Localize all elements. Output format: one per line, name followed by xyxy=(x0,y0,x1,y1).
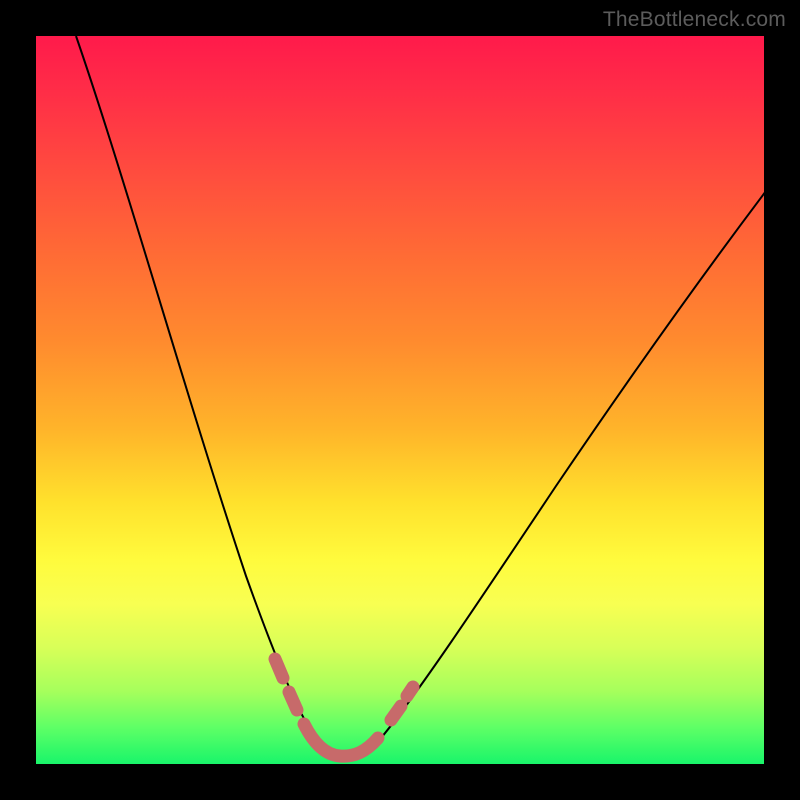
bottleneck-curve xyxy=(36,36,764,764)
marker-left xyxy=(275,659,283,678)
chart-frame: TheBottleneck.com xyxy=(0,0,800,800)
marker-right-2 xyxy=(407,687,413,696)
watermark-text: TheBottleneck.com xyxy=(603,8,786,32)
marker-right xyxy=(391,706,401,720)
marker-bottom xyxy=(304,724,378,756)
marker-left-2 xyxy=(289,692,297,710)
heat-plot-area xyxy=(36,36,764,764)
curve-path xyxy=(76,36,766,756)
